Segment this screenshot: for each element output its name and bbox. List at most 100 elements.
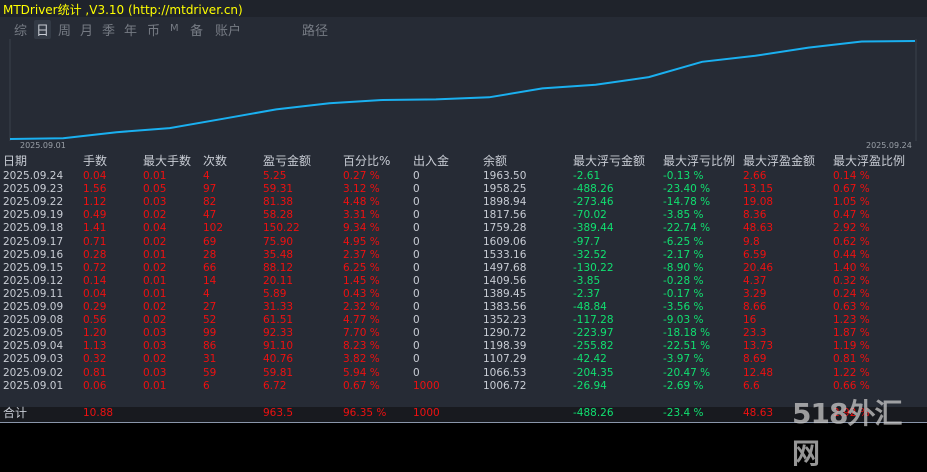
- cell: 0.63 %: [833, 301, 870, 313]
- cell: -130.22: [573, 261, 614, 274]
- tab-10[interactable]: 路径: [300, 20, 330, 39]
- cell: 59: [203, 366, 217, 379]
- cell: -9.03 %: [663, 314, 704, 327]
- cell: 1.22 %: [833, 366, 870, 379]
- cell: 4: [203, 170, 210, 182]
- cell: 0.01: [143, 170, 167, 182]
- cell: 2025.09.17: [3, 235, 64, 248]
- cell: 0.03: [143, 340, 167, 353]
- table-row[interactable]: 2025.09.12 0.14 0.01 14 20.11 1.45 % 0 1409.56 -…: [0, 275, 927, 288]
- cell: 0: [413, 196, 420, 209]
- tab-bar: 综日周月季年币 M 备账户 路径: [0, 17, 927, 39]
- tab-6[interactable]: 币: [145, 20, 162, 39]
- tab-9[interactable]: 账户: [213, 20, 243, 39]
- tab-0[interactable]: 综: [12, 20, 29, 39]
- cell: 82: [203, 196, 217, 209]
- table-row[interactable]: 2025.09.04 1.13 0.03 86 91.10 8.23 % 0 1198.39 -…: [0, 340, 927, 353]
- column-header[interactable]: 最大浮盈金额: [743, 153, 815, 169]
- table-row[interactable]: 2025.09.11 0.04 0.01 4 5.89 0.43 % 0 1389.45 -2.…: [0, 288, 927, 301]
- cell: 0.72: [83, 261, 107, 274]
- column-header[interactable]: 手数: [83, 153, 107, 169]
- cell: 61.51: [263, 314, 294, 327]
- cell: 0: [413, 340, 420, 353]
- cell: 1107.29: [483, 353, 527, 366]
- cell: 0: [413, 314, 420, 327]
- cell: 4.77 %: [343, 314, 380, 327]
- column-header[interactable]: 次数: [203, 153, 227, 169]
- column-header[interactable]: 最大手数: [143, 153, 191, 169]
- tab-7[interactable]: M: [168, 23, 181, 34]
- cell: 0.28: [83, 248, 107, 261]
- cell: 0.02: [143, 209, 167, 222]
- table-row[interactable]: 2025.09.15 0.72 0.02 66 88.12 6.25 % 0 1497.68 -…: [0, 262, 927, 275]
- tab-1[interactable]: 日: [34, 20, 52, 39]
- cell: 2025.09.01: [3, 379, 64, 392]
- cell: 8.69: [743, 353, 767, 366]
- total-cell: 48.63: [743, 407, 774, 419]
- cell: 75.90: [263, 235, 294, 248]
- cell: 1759.28: [483, 222, 527, 235]
- table-row[interactable]: 2025.09.22 1.12 0.03 82 81.38 4.48 % 0 1898.94 -…: [0, 196, 927, 209]
- cell: 0.62 %: [833, 235, 870, 248]
- cell: 0.29: [83, 301, 107, 313]
- cell: 0: [413, 222, 420, 235]
- tab-5[interactable]: 年: [122, 20, 139, 39]
- cell: 86: [203, 340, 217, 353]
- total-cell: 963.5: [263, 407, 294, 419]
- cell: 1963.50: [483, 170, 527, 182]
- table-row[interactable]: 2025.09.01 0.06 0.01 6 6.72 0.67 % 1000 1006.72…: [0, 380, 927, 393]
- table-row[interactable]: 2025.09.03 0.32 0.02 31 40.76 3.82 % 0 1107.29 -…: [0, 353, 927, 366]
- column-header[interactable]: 盈亏金额: [263, 153, 311, 169]
- cell: 0.04: [83, 287, 107, 300]
- cell: 2025.09.03: [3, 353, 64, 366]
- cell: 0.81 %: [833, 353, 870, 366]
- cell: 4.48 %: [343, 196, 380, 209]
- column-header[interactable]: 出入金: [413, 153, 449, 169]
- column-header[interactable]: 余额: [483, 153, 507, 169]
- cell: 0.03: [143, 196, 167, 209]
- cell: -0.28 %: [663, 274, 704, 287]
- cell: 150.22: [263, 222, 300, 235]
- cell: 0.02: [143, 314, 167, 327]
- cell: 0.02: [143, 235, 167, 248]
- cell: -2.69 %: [663, 379, 704, 392]
- cell: -32.52: [573, 248, 607, 261]
- cell: 1.23 %: [833, 314, 870, 327]
- cell: -23.40 %: [663, 183, 711, 196]
- tab-2[interactable]: 周: [56, 20, 73, 39]
- table-row[interactable]: 2025.09.18 1.41 0.04 102 150.22 9.34 % 0 1759.2…: [0, 222, 927, 235]
- column-header[interactable]: 最大浮盈比例: [833, 153, 905, 169]
- cell: 0.81: [83, 366, 107, 379]
- cell: 0.43 %: [343, 287, 380, 300]
- cell: 6.6: [743, 379, 760, 392]
- table-row[interactable]: 2025.09.17 0.71 0.02 69 75.90 4.95 % 0 1609.06 -…: [0, 236, 927, 249]
- column-header[interactable]: 最大浮亏比例: [663, 153, 735, 169]
- table-row[interactable]: 2025.09.09 0.29 0.02 27 31.33 2.32 % 0 1383.56 -…: [0, 301, 927, 314]
- cell: 13.15: [743, 183, 774, 196]
- table-row[interactable]: 2025.09.02 0.81 0.03 59 59.81 5.94 % 0 1066.53 -…: [0, 367, 927, 380]
- cell: 0.01: [143, 287, 167, 300]
- column-header[interactable]: 百分比%: [343, 153, 390, 169]
- cell: 2025.09.22: [3, 196, 64, 209]
- cell: 31.33: [263, 301, 294, 313]
- column-header[interactable]: 最大浮亏金额: [573, 153, 645, 169]
- tab-8[interactable]: 备: [188, 20, 205, 39]
- cell: 1958.25: [483, 183, 527, 196]
- tab-3[interactable]: 月: [78, 20, 95, 39]
- table-row[interactable]: 2025.09.16 0.28 0.01 28 35.48 2.37 % 0 1533.16 -…: [0, 249, 927, 262]
- tab-4[interactable]: 季: [100, 20, 117, 39]
- cell: -117.28: [573, 314, 614, 327]
- cell: -2.37: [573, 287, 601, 300]
- cell: -48.84: [573, 301, 607, 313]
- cell: -26.94: [573, 379, 607, 392]
- cell: 0: [413, 183, 420, 196]
- cell: -22.51 %: [663, 340, 711, 353]
- table-row[interactable]: 2025.09.19 0.49 0.02 47 58.28 3.31 % 0 1817.56 -…: [0, 209, 927, 222]
- cell: 4.95 %: [343, 235, 380, 248]
- cell: 0.02: [143, 353, 167, 366]
- table-row[interactable]: 2025.09.24 0.04 0.01 4 5.25 0.27 % 0 1963.50 -2.…: [0, 170, 927, 183]
- column-header[interactable]: 日期: [3, 153, 27, 169]
- table-row[interactable]: 2025.09.08 0.56 0.02 52 61.51 4.77 % 0 1352.23 -…: [0, 314, 927, 327]
- table-row[interactable]: 2025.09.05 1.20 0.03 99 92.33 7.70 % 0 1290.72 -…: [0, 327, 927, 340]
- table-row[interactable]: 2025.09.23 1.56 0.05 97 59.31 3.12 % 0 1958.25 -…: [0, 183, 927, 196]
